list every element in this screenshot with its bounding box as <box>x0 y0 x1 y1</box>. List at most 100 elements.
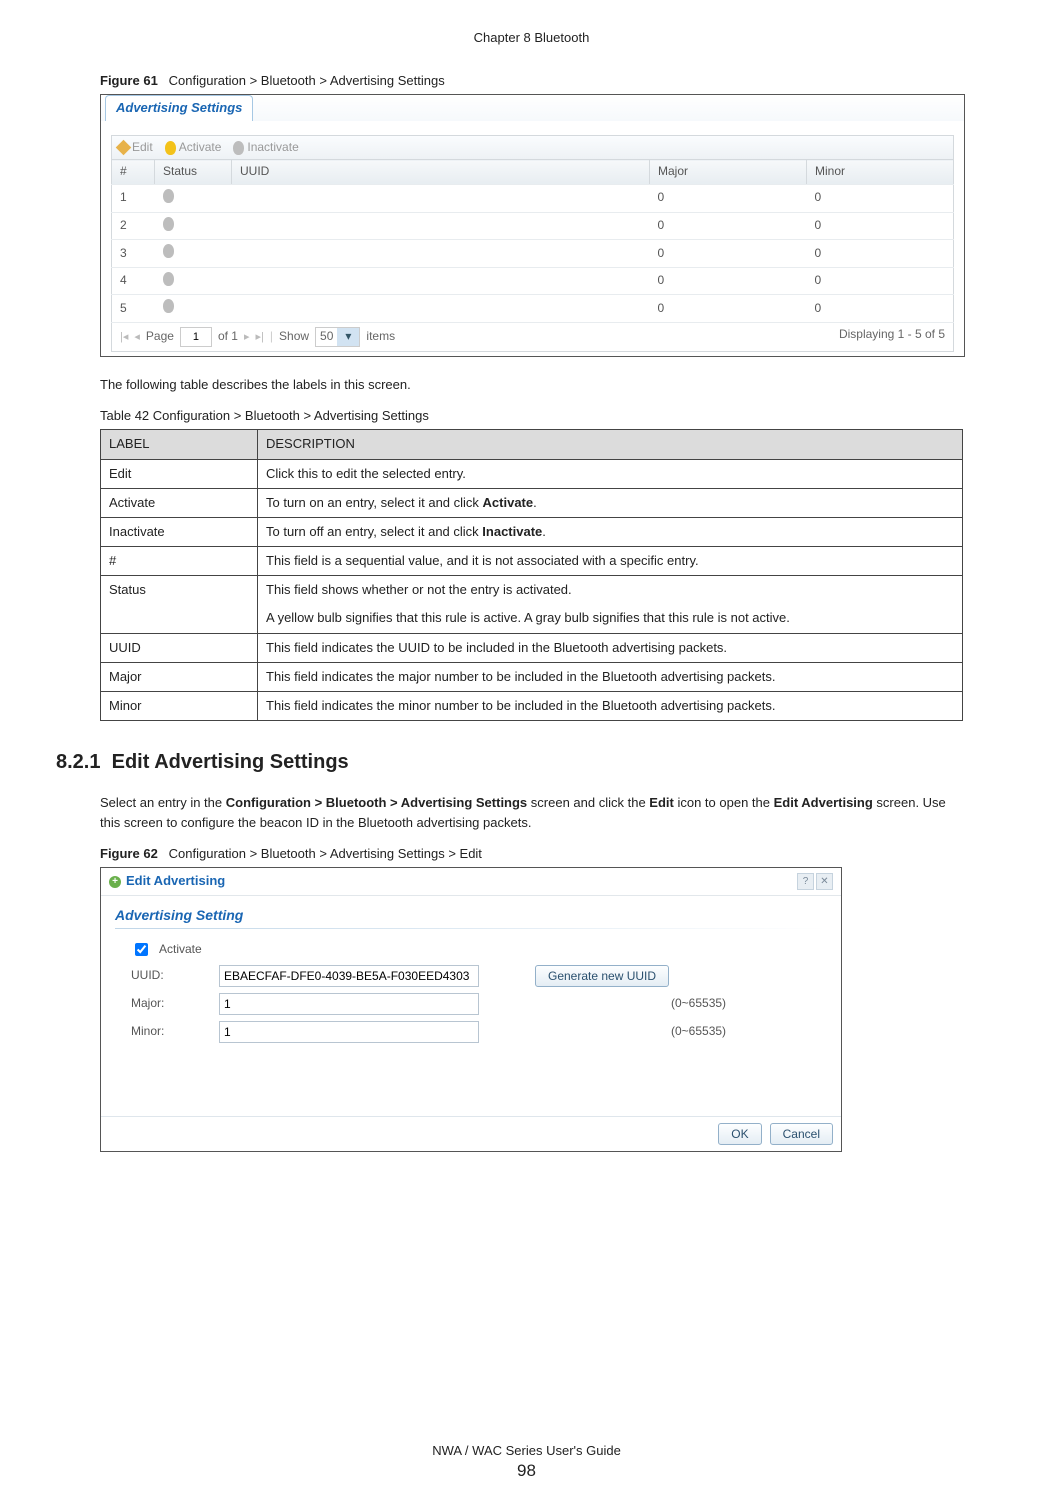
figure-62-caption: Figure 62 Configuration > Bluetooth > Ad… <box>100 846 963 863</box>
table-row[interactable]: 300 <box>112 240 954 268</box>
figure-label: Figure 62 <box>100 846 158 861</box>
col-uuid[interactable]: UUID <box>232 160 650 185</box>
cell-major: 0 <box>650 240 807 268</box>
cell-major: 0 <box>650 212 807 240</box>
cell-label: Minor <box>101 692 258 721</box>
chapter-header: Chapter 8 Bluetooth <box>100 30 963 47</box>
cell-label: Edit <box>101 459 258 488</box>
cell-label: UUID <box>101 633 258 662</box>
cell-desc: This field indicates the major number to… <box>258 662 963 691</box>
first-page-icon[interactable]: |◂ <box>120 330 128 344</box>
cell-uuid <box>232 295 650 323</box>
page-footer: NWA / WAC Series User's Guide 98 <box>0 1443 1053 1482</box>
major-hint: (0~65535) <box>671 996 726 1012</box>
major-label: Major: <box>131 996 211 1012</box>
generate-uuid-button[interactable]: Generate new UUID <box>535 965 669 987</box>
table-row[interactable]: 2 00 <box>112 212 954 240</box>
cell-num: 1 <box>112 184 155 212</box>
bulb-off-icon <box>163 217 174 231</box>
th-label: LABEL <box>101 430 258 459</box>
cell-status <box>155 184 232 212</box>
bulb-off-icon <box>163 189 174 203</box>
cell-major: 0 <box>650 267 807 295</box>
section-subtitle: Advertising Setting <box>101 896 841 928</box>
cancel-button[interactable]: Cancel <box>770 1123 833 1145</box>
bulb-on-icon <box>165 141 176 155</box>
table-row[interactable]: 4 00 <box>112 267 954 295</box>
next-page-icon[interactable]: ▸ <box>244 330 250 344</box>
table-row: InactivateTo turn off an entry, select i… <box>101 517 963 546</box>
prev-page-icon[interactable]: ◂ <box>134 330 140 344</box>
minor-input[interactable] <box>219 1021 479 1043</box>
cell-desc: This field indicates the UUID to be incl… <box>258 633 963 662</box>
table-row: StatusThis field shows whether or not th… <box>101 576 963 633</box>
tab-advertising-settings[interactable]: Advertising Settings <box>105 95 253 121</box>
table-row[interactable]: 500 <box>112 295 954 323</box>
cell-num: 3 <box>112 240 155 268</box>
cell-minor: 0 <box>807 295 954 323</box>
items-label: items <box>366 329 395 345</box>
page-of: of 1 <box>218 329 238 345</box>
table-row[interactable]: 100 <box>112 184 954 212</box>
inactivate-label: Inactivate <box>247 140 298 156</box>
advertising-settings-screenshot: Advertising Settings Edit Activate Inact… <box>100 94 965 357</box>
col-major[interactable]: Major <box>650 160 807 185</box>
uuid-label: UUID: <box>131 968 211 984</box>
bulb-off-icon <box>163 299 174 313</box>
cell-num: 4 <box>112 267 155 295</box>
figure-caption-text: Configuration > Bluetooth > Advertising … <box>169 846 482 861</box>
activate-button[interactable]: Activate <box>165 140 222 156</box>
minor-hint: (0~65535) <box>671 1024 726 1040</box>
last-page-icon[interactable]: ▸| <box>256 330 264 344</box>
page-size-select[interactable]: 50▾ <box>315 327 360 347</box>
page-input[interactable] <box>180 327 212 347</box>
figure-61-caption: Figure 61 Configuration > Bluetooth > Ad… <box>100 73 963 90</box>
major-input[interactable] <box>219 993 479 1015</box>
bulb-off-icon <box>233 141 244 155</box>
ok-button[interactable]: OK <box>718 1123 761 1145</box>
cell-minor: 0 <box>807 267 954 295</box>
section-paragraph: Select an entry in the Configuration > B… <box>100 793 963 832</box>
cell-desc: Click this to edit the selected entry. <box>258 459 963 488</box>
page-number: 98 <box>0 1460 1053 1482</box>
cell-status <box>155 212 232 240</box>
table-row: #This field is a sequential value, and i… <box>101 547 963 576</box>
col-minor[interactable]: Minor <box>807 160 954 185</box>
advertising-grid: # Status UUID Major Minor 10020030040050… <box>111 159 954 323</box>
col-num[interactable]: # <box>112 160 155 185</box>
chevron-down-icon: ▾ <box>337 328 359 346</box>
cell-label: Activate <box>101 488 258 517</box>
table-row: MinorThis field indicates the minor numb… <box>101 692 963 721</box>
cell-label: Inactivate <box>101 517 258 546</box>
activate-label: Activate <box>159 942 202 958</box>
grid-toolbar: Edit Activate Inactivate <box>111 135 954 160</box>
section-num: 8.2.1 <box>56 751 100 773</box>
cell-num: 2 <box>112 212 155 240</box>
activate-label: Activate <box>179 140 222 156</box>
cell-desc: This field is a sequential value, and it… <box>258 547 963 576</box>
add-icon: + <box>109 876 121 888</box>
displaying-label: Displaying 1 - 5 of 5 <box>839 327 945 347</box>
cell-uuid <box>232 267 650 295</box>
minor-label: Minor: <box>131 1024 211 1040</box>
cell-major: 0 <box>650 184 807 212</box>
dialog-title: + Edit Advertising <box>109 873 225 890</box>
help-icon[interactable]: ? <box>797 873 814 890</box>
col-status[interactable]: Status <box>155 160 232 185</box>
cell-desc: This field shows whether or not the entr… <box>258 576 963 633</box>
uuid-input[interactable] <box>219 965 479 987</box>
label-description-table: LABEL DESCRIPTION EditClick this to edit… <box>100 429 963 721</box>
close-icon[interactable]: ✕ <box>816 873 833 890</box>
activate-checkbox[interactable] <box>135 943 148 956</box>
edit-label: Edit <box>132 140 153 156</box>
cell-minor: 0 <box>807 212 954 240</box>
guide-title: NWA / WAC Series User's Guide <box>0 1443 1053 1460</box>
section-heading: 8.2.1 Edit Advertising Settings <box>56 749 963 775</box>
inactivate-button[interactable]: Inactivate <box>233 140 298 156</box>
edit-button[interactable]: Edit <box>118 140 153 156</box>
grid-pager: |◂ ◂ Page of 1 ▸ ▸| | Show 50▾ items Dis… <box>111 323 954 352</box>
bulb-off-icon <box>163 244 174 258</box>
cell-uuid <box>232 212 650 240</box>
figure-label: Figure 61 <box>100 73 158 88</box>
table-row: ActivateTo turn on an entry, select it a… <box>101 488 963 517</box>
